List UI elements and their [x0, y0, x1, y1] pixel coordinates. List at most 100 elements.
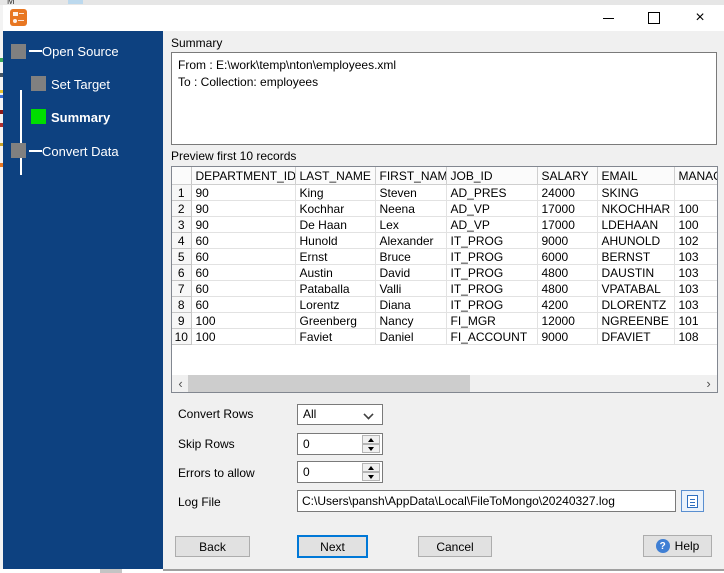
minimize-icon	[602, 17, 614, 19]
table-cell: Alexander	[375, 232, 447, 249]
table-cell: De Haan	[295, 216, 376, 233]
table-cell: 100	[674, 200, 717, 217]
table-cell: Bruce	[375, 248, 447, 265]
row-number-cell: 2	[172, 200, 192, 217]
table-cell: 100	[191, 328, 296, 345]
table-cell: IT_PROG	[446, 248, 538, 265]
column-header-manager[interactable]: MANAG	[674, 167, 717, 185]
row-number-cell: 1	[172, 184, 192, 201]
table-cell: 4800	[537, 280, 598, 297]
help-question-icon: ?	[655, 539, 670, 553]
summary-text-box: From : E:\work\temp\nton\employees.xml T…	[171, 52, 717, 145]
table-row[interactable]: 5 60 Ernst Bruce IT_PROG 6000 BERNST 103	[172, 248, 717, 265]
screen: M × Open Source Set Target Summary Conve…	[0, 0, 724, 573]
back-button[interactable]: Back	[175, 536, 250, 557]
horizontal-scrollbar[interactable]: ‹ ›	[172, 375, 717, 392]
help-button[interactable]: ? Help	[643, 535, 712, 557]
titlebar[interactable]: ×	[3, 5, 724, 31]
sidebar-item-summary[interactable]: Summary	[51, 110, 110, 125]
table-cell: 108	[674, 328, 717, 345]
table-cell: Diana	[375, 296, 447, 313]
close-icon: ×	[695, 9, 705, 26]
scrollbar-thumb[interactable]	[188, 375, 470, 392]
summary-to-line: To : Collection: employees	[178, 75, 319, 89]
table-cell: Neena	[375, 200, 447, 217]
summary-from-line: From : E:\work\temp\nton\employees.xml	[178, 58, 397, 72]
sidebar-item-open-source[interactable]: Open Source	[42, 44, 119, 59]
column-header-salary[interactable]: SALARY	[537, 167, 598, 185]
table-cell: AD_VP	[446, 200, 538, 217]
table-cell: IT_PROG	[446, 296, 538, 313]
table-cell: 9000	[537, 328, 598, 345]
table-cell: 4200	[537, 296, 598, 313]
row-number-cell: 8	[172, 296, 192, 313]
table-row[interactable]: 7 60 Pataballa Valli IT_PROG 4800 VPATABAL 103	[172, 280, 717, 297]
table-cell: Nancy	[375, 312, 447, 329]
table-row[interactable]: 4 60 Hunold Alexander IT_PROG 9000 AHUNOLD 102	[172, 232, 717, 249]
table-row[interactable]: 8 60 Lorentz Diana IT_PROG 4200 DLORENTZ 103	[172, 296, 717, 313]
table-cell: Ernst	[295, 248, 376, 265]
taskbar-fragment	[100, 569, 122, 573]
table-cell: AD_PRES	[446, 184, 538, 201]
step-indicator-convert-data	[11, 143, 26, 158]
document-icon	[687, 494, 698, 508]
row-number-cell: 10	[172, 328, 192, 345]
maximize-button[interactable]	[636, 5, 672, 31]
table-cell: SKING	[597, 184, 675, 201]
skip-rows-stepper[interactable]: 0	[297, 433, 383, 455]
log-file-label: Log File	[178, 495, 221, 509]
table-row[interactable]: 3 90 De Haan Lex AD_VP 17000 LDEHAAN 100	[172, 216, 717, 233]
table-cell: 60	[191, 264, 296, 281]
table-cell: 103	[674, 248, 717, 265]
next-button[interactable]: Next	[297, 535, 368, 558]
sidebar-item-convert-data[interactable]: Convert Data	[42, 144, 119, 159]
log-file-input[interactable]	[297, 490, 676, 512]
table-row[interactable]: 9 100 Greenberg Nancy FI_MGR 12000 NGREENBE 101	[172, 312, 717, 329]
column-header-department-id[interactable]: DEPARTMENT_ID	[191, 167, 296, 185]
cancel-button[interactable]: Cancel	[418, 536, 492, 557]
close-button[interactable]: ×	[682, 5, 718, 31]
errors-to-allow-stepper[interactable]: 0	[297, 461, 383, 483]
table-cell: 4800	[537, 264, 598, 281]
table-cell: 17000	[537, 216, 598, 233]
column-header-first-name[interactable]: FIRST_NAME	[375, 167, 447, 185]
scroll-right-icon[interactable]: ›	[700, 375, 717, 392]
sidebar-item-set-target[interactable]: Set Target	[51, 77, 110, 92]
table-row[interactable]: 1 90 King Steven AD_PRES 24000 SKING	[172, 184, 717, 201]
column-header-job-id[interactable]: JOB_ID	[446, 167, 538, 185]
row-number-cell: 3	[172, 216, 192, 233]
column-header-email[interactable]: EMAIL	[597, 167, 675, 185]
table-cell: 60	[191, 232, 296, 249]
table-cell: 101	[674, 312, 717, 329]
arrow-up-icon	[368, 465, 374, 470]
table-cell: NKOCHHAR	[597, 200, 675, 217]
row-number-cell: 6	[172, 264, 192, 281]
table-cell: David	[375, 264, 447, 281]
table-row[interactable]: 6 60 Austin David IT_PROG 4800 DAUSTIN 103	[172, 264, 717, 281]
spin-up-button[interactable]	[362, 463, 380, 472]
spin-up-button[interactable]	[362, 435, 380, 444]
convert-rows-dropdown[interactable]: All	[297, 404, 383, 425]
table-cell: AD_VP	[446, 216, 538, 233]
table-cell	[674, 184, 717, 201]
arrow-down-icon	[368, 474, 374, 479]
spin-down-button[interactable]	[362, 444, 380, 453]
table-row[interactable]: 10 100 Faviet Daniel FI_ACCOUNT 9000 DFAVIET 10…	[172, 328, 717, 345]
app-icon	[10, 9, 27, 26]
table-row[interactable]: 2 90 Kochhar Neena AD_VP 17000 NKOCHHAR 100	[172, 200, 717, 217]
log-file-browse-button[interactable]	[681, 490, 704, 512]
preview-table-body: 1 90 King Steven AD_PRES 24000 SKING 2 90 Kochhar…	[172, 184, 717, 345]
spin-down-button[interactable]	[362, 472, 380, 481]
scroll-left-icon[interactable]: ‹	[172, 375, 189, 392]
maximize-icon	[648, 12, 660, 24]
table-cell: Kochhar	[295, 200, 376, 217]
minimize-button[interactable]	[590, 5, 626, 31]
table-cell: 90	[191, 216, 296, 233]
table-header-row: DEPARTMENT_ID LAST_NAME FIRST_NAME JOB_I…	[172, 167, 717, 185]
table-cell: Steven	[375, 184, 447, 201]
column-header-rownum[interactable]	[172, 167, 192, 185]
summary-section-label: Summary	[171, 36, 223, 50]
errors-to-allow-value: 0	[303, 465, 310, 479]
column-header-last-name[interactable]: LAST_NAME	[295, 167, 376, 185]
table-cell: 24000	[537, 184, 598, 201]
